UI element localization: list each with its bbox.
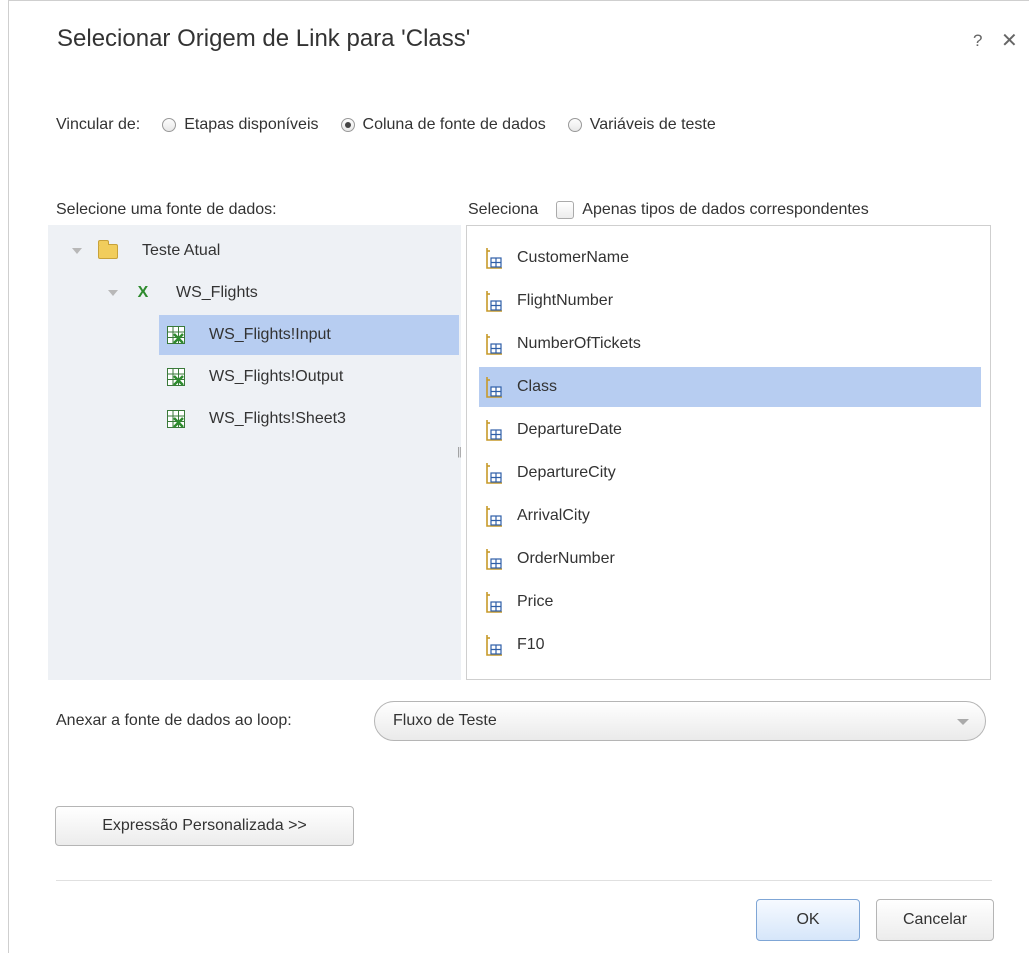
sheet-icon xyxy=(167,410,185,428)
column-item[interactable]: DepartureDate xyxy=(479,410,981,450)
column-item[interactable]: OrderNumber xyxy=(479,539,981,579)
column-header-label: Seleciona xyxy=(468,201,539,218)
column-icon xyxy=(486,463,502,484)
column-item-label: DepartureDate xyxy=(517,421,622,438)
column-item-label: CustomerName xyxy=(517,249,630,266)
divider xyxy=(56,880,992,881)
sheet-icon xyxy=(167,368,185,386)
column-item[interactable]: Price xyxy=(479,582,981,622)
loop-label: Anexar a fonte de dados ao loop: xyxy=(56,712,292,729)
ok-button[interactable]: OK xyxy=(756,899,860,941)
column-item-label: FlightNumber xyxy=(517,292,614,309)
radio-available-steps[interactable]: Etapas disponíveis xyxy=(162,116,319,134)
column-list: CustomerName FlightNumber NumberOfTickets C… xyxy=(466,225,991,680)
column-icon xyxy=(486,420,502,441)
custom-expression-button[interactable]: Expressão Personalizada >> xyxy=(55,806,354,846)
column-item-label: OrderNumber xyxy=(517,550,615,567)
pane-splitter[interactable]: || xyxy=(457,446,462,458)
radio-label: Variáveis de teste xyxy=(589,116,716,133)
expand-arrow-icon[interactable] xyxy=(108,290,118,296)
excel-icon: X xyxy=(137,284,149,301)
tree-item-label: WS_Flights!Input xyxy=(209,326,331,343)
tree-item-ws-flights-input[interactable]: WS_Flights!Input xyxy=(159,315,459,355)
radio-label: Coluna de fonte de dados xyxy=(362,116,546,133)
cancel-button[interactable]: Cancelar xyxy=(876,899,994,941)
column-icon xyxy=(486,291,502,312)
column-icon xyxy=(486,334,502,355)
expand-arrow-icon[interactable] xyxy=(72,248,82,254)
tree-item-label: WS_Flights!Sheet3 xyxy=(209,410,346,427)
radio-button-checked[interactable] xyxy=(340,118,355,132)
link-from-label: Vincular de: xyxy=(56,116,141,133)
column-icon xyxy=(486,506,502,527)
tree-item-ws-flights-sheet3[interactable]: WS_Flights!Sheet3 xyxy=(167,399,346,439)
column-item-label: Price xyxy=(517,593,554,610)
dialog-title: Selecionar Origem de Link para 'Class' xyxy=(57,25,471,52)
help-button[interactable]: ? xyxy=(973,31,982,51)
loop-dropdown-value: Fluxo de Teste xyxy=(393,712,497,729)
data-source-label: Selecione uma fonte de dados: xyxy=(56,201,277,218)
tree-item-label: WS_Flights!Output xyxy=(209,368,344,385)
tree-item-current-test[interactable]: Teste Atual xyxy=(72,231,220,271)
column-item[interactable]: ArrivalCity xyxy=(479,496,981,536)
link-from-row: Vincular de: Etapas disponíveis Coluna d… xyxy=(56,116,716,134)
radio-button[interactable] xyxy=(162,118,177,132)
matching-types-checkbox[interactable] xyxy=(556,201,575,219)
data-source-tree: Teste Atual X WS_Flights WS_Flights!Inpu… xyxy=(48,225,461,680)
column-item[interactable]: FlightNumber xyxy=(479,281,981,321)
column-item-label: Class xyxy=(517,378,558,395)
tree-item-label: Teste Atual xyxy=(142,242,221,259)
close-icon[interactable]: ✕ xyxy=(1001,28,1018,53)
column-item[interactable]: Class xyxy=(479,367,981,407)
radio-data-source-column[interactable]: Coluna de fonte de dados xyxy=(340,116,546,134)
column-item-label: ArrivalCity xyxy=(517,507,590,524)
tree-item-ws-flights[interactable]: X WS_Flights xyxy=(108,273,258,313)
radio-label: Etapas disponíveis xyxy=(184,116,319,133)
column-item[interactable]: CustomerName xyxy=(479,238,981,278)
column-item[interactable]: DepartureCity xyxy=(479,453,981,493)
column-header: Seleciona Apenas tipos de dados correspo… xyxy=(468,201,869,219)
chevron-down-icon[interactable] xyxy=(957,719,969,725)
loop-dropdown[interactable]: Fluxo de Teste xyxy=(374,701,986,741)
column-icon xyxy=(486,248,502,269)
column-icon xyxy=(486,377,502,398)
column-item[interactable]: F10 xyxy=(479,625,981,665)
sheet-icon xyxy=(167,326,185,344)
column-item-label: F10 xyxy=(517,636,545,653)
tree-item-ws-flights-output[interactable]: WS_Flights!Output xyxy=(167,357,343,397)
column-item-label: DepartureCity xyxy=(517,464,616,481)
folder-icon xyxy=(98,239,118,259)
column-icon xyxy=(486,635,502,656)
radio-button[interactable] xyxy=(567,118,582,132)
column-icon xyxy=(486,549,502,570)
matching-types-label[interactable]: Apenas tipos de dados correspondentes xyxy=(582,201,868,219)
radio-test-variables[interactable]: Variáveis de teste xyxy=(567,116,716,134)
column-item-label: NumberOfTickets xyxy=(517,335,641,352)
tree-item-label: WS_Flights xyxy=(176,284,258,301)
column-item[interactable]: NumberOfTickets xyxy=(479,324,981,364)
column-icon xyxy=(486,592,502,613)
